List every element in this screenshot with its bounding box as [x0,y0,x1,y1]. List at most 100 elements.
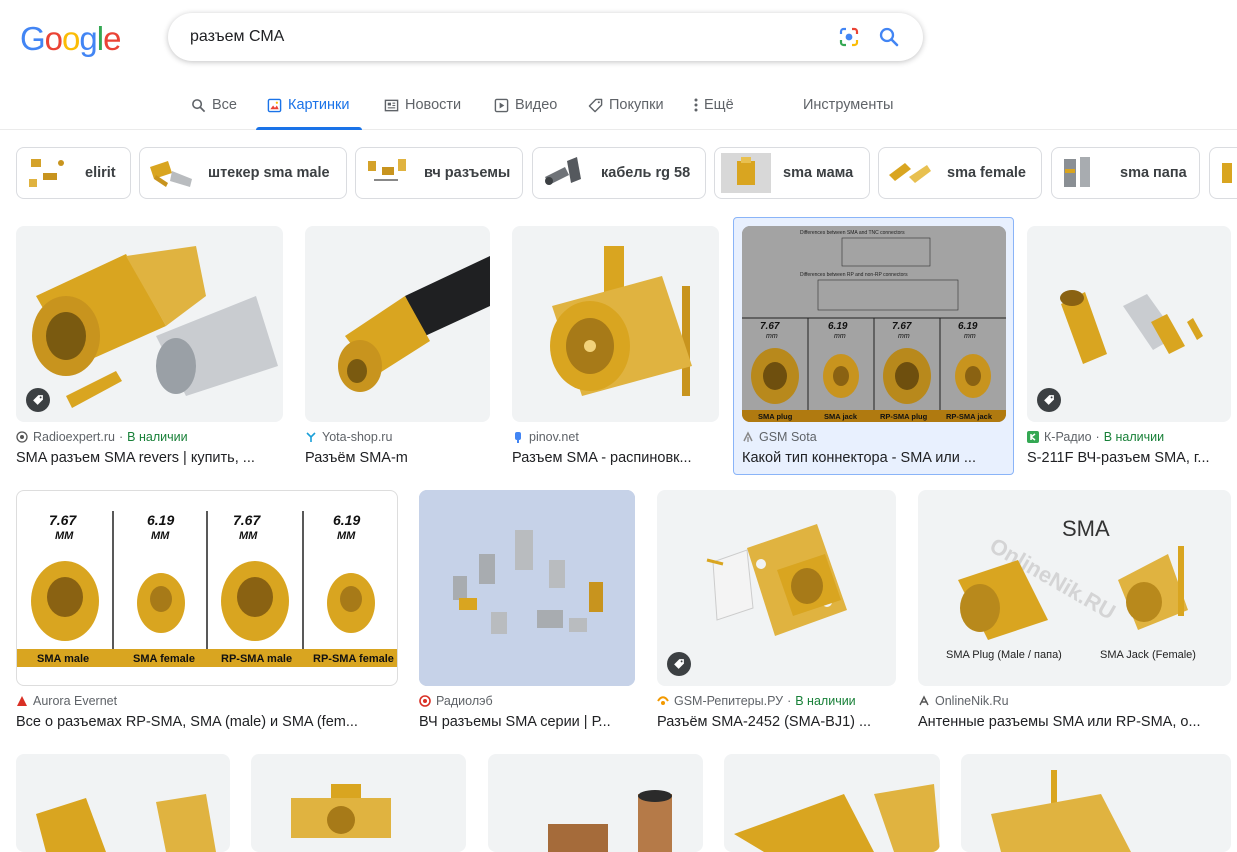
image-caption: Differences between RP and non-RP connec… [800,272,908,278]
connector-type-label: SMA female [133,653,195,665]
chip-label: sma female [947,165,1026,181]
image-result[interactable] [16,754,230,852]
tab-more[interactable]: Ещё [692,82,734,128]
image-result[interactable] [251,754,466,852]
google-lens-icon[interactable] [837,25,861,49]
result-image[interactable] [1027,226,1231,422]
chip-more[interactable] [1209,147,1237,199]
result-title[interactable]: Антенные разъемы SMA или RP-SMA, о... [918,714,1223,730]
logo-letter: G [20,20,46,57]
image-title: SMA [1062,516,1110,541]
chip-sma-papa[interactable]: sma папа [1051,147,1200,199]
image-result[interactable] [488,754,703,852]
result-image[interactable] [251,754,466,852]
image-result[interactable]: К-Радио · В наличии S-211F ВЧ-разъем SMA, … [1027,226,1237,472]
connector-type-label: SMA jack [824,412,858,421]
search-input[interactable] [190,13,790,61]
result-image[interactable] [488,754,703,852]
result-image[interactable]: Differences between SMA and TNC connecto… [742,226,1006,422]
image-result-selected[interactable]: Differences between SMA and TNC connecto… [733,217,1014,475]
result-title[interactable]: Все о разъемах RP-SMA, SMA (male) и SMA … [16,714,398,730]
result-title[interactable]: Разъём SMA-m [305,450,490,466]
result-source: OnlineNik.Ru [918,694,1009,708]
search-button[interactable] [877,25,901,49]
image-result[interactable]: SMA OnlineNik.RU SMA Plug (Male / папа) … [918,490,1231,740]
tab-news[interactable]: Новости [383,82,461,128]
site-favicon [16,431,28,443]
result-title[interactable]: SMA разъем SMA revers | купить, ... [16,450,283,466]
result-image[interactable] [16,226,283,422]
result-source: pinov.net [512,430,579,444]
unit-label: MM [55,530,74,542]
dimension-label: 7.67 [49,512,77,528]
result-title[interactable]: Разъём SMA-2452 (SMA-BJ1) ... [657,714,896,730]
unit-label: mm [766,333,778,340]
image-result[interactable]: GSM-Репитеры.РУ · В наличии Разъём SMA-245… [657,490,896,740]
chip-elirit[interactable]: elirit [16,147,131,199]
result-image[interactable] [961,754,1231,852]
image-result[interactable]: Yota-shop.ru Разъём SMA-m [305,226,490,472]
site-favicon [657,695,669,707]
result-image[interactable]: SMA OnlineNik.RU SMA Plug (Male / папа) … [918,490,1231,686]
connector-type-label: RP-SMA female [313,653,394,665]
result-image[interactable]: 7.67 MM 6.19 MM 7.67 MM 6.19 MM SMA male… [16,490,398,686]
connector-type-label: RP-SMA plug [880,412,928,421]
stock-status: В наличии [795,694,856,708]
image-result[interactable]: Радиолэб ВЧ разъемы SMA серии | Р... [419,490,635,740]
result-image[interactable] [657,490,896,686]
search-icon [190,97,206,113]
shopping-tag-icon [26,388,50,412]
stock-status: В наличии [1103,430,1165,444]
image-result[interactable]: pinov.net Разъем SMA - распиновк... [512,226,719,472]
tab-label: Видео [515,97,558,113]
more-vert-icon [692,97,700,113]
tab-images[interactable]: Картинки [255,82,363,130]
result-title[interactable]: S-211F ВЧ-разъем SMA, г... [1027,450,1231,466]
result-title[interactable]: Разъем SMA - распиновк... [512,450,712,466]
related-searches: elirit штекер sma male вч разъемы кабель… [16,147,1237,199]
unit-label: MM [239,530,258,542]
chip-sma-female[interactable]: sma female [878,147,1042,199]
image-result[interactable] [724,754,940,852]
dimension-label: 6.19 [333,512,360,528]
result-title[interactable]: ВЧ разъемы SMA серии | Р... [419,714,635,730]
tab-all[interactable]: Все [190,82,237,128]
chip-sma-mama[interactable]: sma мама [714,147,870,199]
result-image[interactable] [419,490,635,686]
search-tabs: Все Картинки Новости Видео Покупки Ещё И… [0,82,1237,130]
result-source: К-Радио · В наличии [1027,430,1164,444]
chip-vch-razemy[interactable]: вч разъемы [355,147,523,199]
site-favicon [918,695,930,707]
site-favicon [305,431,317,443]
chip-thumbnail [362,153,412,193]
chip-thumbnail [721,153,771,193]
result-source: Radioexpert.ru · В наличии [16,430,188,444]
source-name: GSM Sota [759,430,817,444]
dimension-label: 6.19 [147,512,174,528]
image-result[interactable]: Radioexpert.ru · В наличии SMA разъем SMA … [16,226,283,472]
connector-type-label: RP-SMA jack [946,412,993,421]
chip-shteker-sma-male[interactable]: штекер sma male [139,147,347,199]
unit-label: mm [834,333,846,340]
source-name: Радиолэб [436,694,493,708]
unit-label: mm [898,333,910,340]
google-logo[interactable]: Google [20,20,121,58]
chip-label: вч разъемы [424,165,511,181]
result-image[interactable] [724,754,940,852]
image-icon [266,97,282,113]
result-image[interactable] [305,226,490,422]
image-result[interactable] [961,754,1231,852]
chip-kabel-rg58[interactable]: кабель rg 58 [532,147,706,199]
result-source: Yota-shop.ru [305,430,392,444]
result-title[interactable]: Какой тип коннектора - SMA или ... [742,450,1007,466]
tab-label: Картинки [288,97,350,113]
result-image[interactable] [16,754,230,852]
tab-video[interactable]: Видео [493,82,557,128]
source-name: К-Радио [1044,430,1092,444]
result-image[interactable] [512,226,719,422]
source-name: pinov.net [529,430,579,444]
tab-shopping[interactable]: Покупки [587,82,664,128]
tab-tools[interactable]: Инструменты [803,82,893,128]
search-icon [879,27,899,47]
image-result[interactable]: 7.67 MM 6.19 MM 7.67 MM 6.19 MM SMA male… [16,490,398,740]
